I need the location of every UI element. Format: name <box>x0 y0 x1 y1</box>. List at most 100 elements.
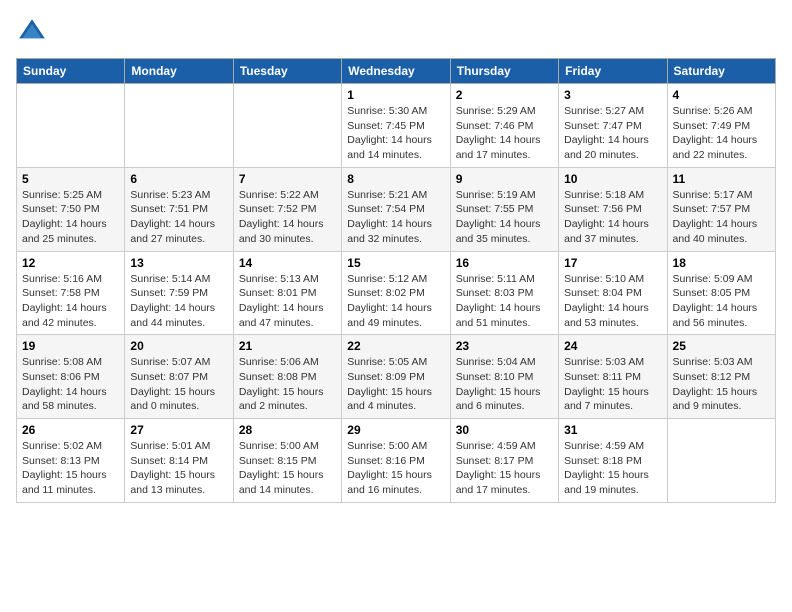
day-number: 24 <box>564 339 661 353</box>
calendar-cell: 9 Sunrise: 5:19 AM Sunset: 7:55 PM Daylig… <box>450 167 558 251</box>
calendar-cell: 6 Sunrise: 5:23 AM Sunset: 7:51 PM Daylig… <box>125 167 233 251</box>
calendar-cell: 17 Sunrise: 5:10 AM Sunset: 8:04 PM Dayli… <box>559 251 667 335</box>
calendar-cell: 11Sunrise: 5:17 AM Sunset: 7:57 PM Dayli… <box>667 167 775 251</box>
day-number: 6 <box>130 172 227 186</box>
calendar-week-row: 5 Sunrise: 5:25 AM Sunset: 7:50 PM Daylig… <box>17 167 776 251</box>
calendar-cell: 15 Sunrise: 5:12 AM Sunset: 8:02 PM Dayli… <box>342 251 450 335</box>
day-number: 17 <box>564 256 661 270</box>
day-number: 10 <box>564 172 661 186</box>
calendar-header-wednesday: Wednesday <box>342 59 450 84</box>
calendar-cell: 22Sunrise: 5:05 AM Sunset: 8:09 PM Dayli… <box>342 335 450 419</box>
day-info: Sunrise: 5:19 AM Sunset: 7:55 PM Dayligh… <box>456 188 553 247</box>
day-info: Sunrise: 5:25 AM Sunset: 7:50 PM Dayligh… <box>22 188 119 247</box>
day-info: Sunrise: 5:21 AM Sunset: 7:54 PM Dayligh… <box>347 188 444 247</box>
day-number: 20 <box>130 339 227 353</box>
day-info: Sunrise: 5:06 AM Sunset: 8:08 PM Dayligh… <box>239 355 336 414</box>
day-number: 4 <box>673 88 770 102</box>
calendar-cell: 10 Sunrise: 5:18 AM Sunset: 7:56 PM Dayli… <box>559 167 667 251</box>
day-number: 14 <box>239 256 336 270</box>
calendar-cell: 27Sunrise: 5:01 AM Sunset: 8:14 PM Dayli… <box>125 419 233 503</box>
day-info: Sunrise: 5:01 AM Sunset: 8:14 PM Dayligh… <box>130 439 227 498</box>
calendar-cell: 20Sunrise: 5:07 AM Sunset: 8:07 PM Dayli… <box>125 335 233 419</box>
day-number: 9 <box>456 172 553 186</box>
day-info: Sunrise: 5:29 AM Sunset: 7:46 PM Dayligh… <box>456 104 553 163</box>
calendar-week-row: 19 Sunrise: 5:08 AM Sunset: 8:06 PM Dayli… <box>17 335 776 419</box>
calendar-cell: 14 Sunrise: 5:13 AM Sunset: 8:01 PM Dayli… <box>233 251 341 335</box>
calendar-cell: 25 Sunrise: 5:03 AM Sunset: 8:12 PM Dayli… <box>667 335 775 419</box>
day-number: 13 <box>130 256 227 270</box>
day-info: Sunrise: 5:00 AM Sunset: 8:15 PM Dayligh… <box>239 439 336 498</box>
logo-icon <box>16 16 48 48</box>
calendar-header-row: SundayMondayTuesdayWednesdayThursdayFrid… <box>17 59 776 84</box>
calendar-cell: 18 Sunrise: 5:09 AM Sunset: 8:05 PM Dayli… <box>667 251 775 335</box>
day-number: 16 <box>456 256 553 270</box>
calendar-cell: 2 Sunrise: 5:29 AM Sunset: 7:46 PM Daylig… <box>450 84 558 168</box>
calendar-week-row: 26Sunrise: 5:02 AM Sunset: 8:13 PM Dayli… <box>17 419 776 503</box>
day-info: Sunrise: 5:02 AM Sunset: 8:13 PM Dayligh… <box>22 439 119 498</box>
calendar-week-row: 12Sunrise: 5:16 AM Sunset: 7:58 PM Dayli… <box>17 251 776 335</box>
calendar-cell: 16 Sunrise: 5:11 AM Sunset: 8:03 PM Dayli… <box>450 251 558 335</box>
calendar-cell: 8 Sunrise: 5:21 AM Sunset: 7:54 PM Daylig… <box>342 167 450 251</box>
day-number: 8 <box>347 172 444 186</box>
calendar-header-tuesday: Tuesday <box>233 59 341 84</box>
day-number: 1 <box>347 88 444 102</box>
day-info: Sunrise: 5:00 AM Sunset: 8:16 PM Dayligh… <box>347 439 444 498</box>
calendar-cell: 12Sunrise: 5:16 AM Sunset: 7:58 PM Dayli… <box>17 251 125 335</box>
day-info: Sunrise: 5:13 AM Sunset: 8:01 PM Dayligh… <box>239 272 336 331</box>
calendar-header-friday: Friday <box>559 59 667 84</box>
calendar-cell: 31 Sunrise: 4:59 AM Sunset: 8:18 PM Dayli… <box>559 419 667 503</box>
calendar-header-saturday: Saturday <box>667 59 775 84</box>
day-info: Sunrise: 5:14 AM Sunset: 7:59 PM Dayligh… <box>130 272 227 331</box>
calendar-header-sunday: Sunday <box>17 59 125 84</box>
day-info: Sunrise: 5:04 AM Sunset: 8:10 PM Dayligh… <box>456 355 553 414</box>
calendar-cell: 3Sunrise: 5:27 AM Sunset: 7:47 PM Daylig… <box>559 84 667 168</box>
day-number: 5 <box>22 172 119 186</box>
day-info: Sunrise: 5:08 AM Sunset: 8:06 PM Dayligh… <box>22 355 119 414</box>
day-number: 25 <box>673 339 770 353</box>
calendar-cell: 1Sunrise: 5:30 AM Sunset: 7:45 PM Daylig… <box>342 84 450 168</box>
day-number: 23 <box>456 339 553 353</box>
calendar-cell: 28 Sunrise: 5:00 AM Sunset: 8:15 PM Dayli… <box>233 419 341 503</box>
calendar-cell: 23 Sunrise: 5:04 AM Sunset: 8:10 PM Dayli… <box>450 335 558 419</box>
calendar-cell: 19 Sunrise: 5:08 AM Sunset: 8:06 PM Dayli… <box>17 335 125 419</box>
day-number: 28 <box>239 423 336 437</box>
page-header <box>16 16 776 48</box>
calendar-table: SundayMondayTuesdayWednesdayThursdayFrid… <box>16 58 776 503</box>
day-number: 19 <box>22 339 119 353</box>
calendar-cell: 4 Sunrise: 5:26 AM Sunset: 7:49 PM Daylig… <box>667 84 775 168</box>
calendar-cell: 24Sunrise: 5:03 AM Sunset: 8:11 PM Dayli… <box>559 335 667 419</box>
day-info: Sunrise: 5:17 AM Sunset: 7:57 PM Dayligh… <box>673 188 770 247</box>
day-info: Sunrise: 5:09 AM Sunset: 8:05 PM Dayligh… <box>673 272 770 331</box>
day-info: Sunrise: 5:12 AM Sunset: 8:02 PM Dayligh… <box>347 272 444 331</box>
calendar-cell: 26Sunrise: 5:02 AM Sunset: 8:13 PM Dayli… <box>17 419 125 503</box>
day-number: 29 <box>347 423 444 437</box>
calendar-cell <box>667 419 775 503</box>
calendar-header-thursday: Thursday <box>450 59 558 84</box>
calendar-cell <box>125 84 233 168</box>
day-number: 2 <box>456 88 553 102</box>
calendar-cell <box>17 84 125 168</box>
day-info: Sunrise: 5:10 AM Sunset: 8:04 PM Dayligh… <box>564 272 661 331</box>
day-info: Sunrise: 5:23 AM Sunset: 7:51 PM Dayligh… <box>130 188 227 247</box>
day-number: 7 <box>239 172 336 186</box>
calendar-cell: 21Sunrise: 5:06 AM Sunset: 8:08 PM Dayli… <box>233 335 341 419</box>
calendar-cell: 30Sunrise: 4:59 AM Sunset: 8:17 PM Dayli… <box>450 419 558 503</box>
calendar-header-monday: Monday <box>125 59 233 84</box>
calendar-cell: 5 Sunrise: 5:25 AM Sunset: 7:50 PM Daylig… <box>17 167 125 251</box>
calendar-cell: 7 Sunrise: 5:22 AM Sunset: 7:52 PM Daylig… <box>233 167 341 251</box>
calendar-cell <box>233 84 341 168</box>
day-info: Sunrise: 5:26 AM Sunset: 7:49 PM Dayligh… <box>673 104 770 163</box>
day-info: Sunrise: 5:18 AM Sunset: 7:56 PM Dayligh… <box>564 188 661 247</box>
day-number: 31 <box>564 423 661 437</box>
day-info: Sunrise: 5:22 AM Sunset: 7:52 PM Dayligh… <box>239 188 336 247</box>
logo <box>16 16 52 48</box>
day-number: 18 <box>673 256 770 270</box>
day-number: 22 <box>347 339 444 353</box>
day-info: Sunrise: 5:27 AM Sunset: 7:47 PM Dayligh… <box>564 104 661 163</box>
calendar-cell: 29 Sunrise: 5:00 AM Sunset: 8:16 PM Dayli… <box>342 419 450 503</box>
day-info: Sunrise: 4:59 AM Sunset: 8:18 PM Dayligh… <box>564 439 661 498</box>
day-info: Sunrise: 5:16 AM Sunset: 7:58 PM Dayligh… <box>22 272 119 331</box>
day-info: Sunrise: 5:03 AM Sunset: 8:12 PM Dayligh… <box>673 355 770 414</box>
day-number: 15 <box>347 256 444 270</box>
day-info: Sunrise: 5:11 AM Sunset: 8:03 PM Dayligh… <box>456 272 553 331</box>
